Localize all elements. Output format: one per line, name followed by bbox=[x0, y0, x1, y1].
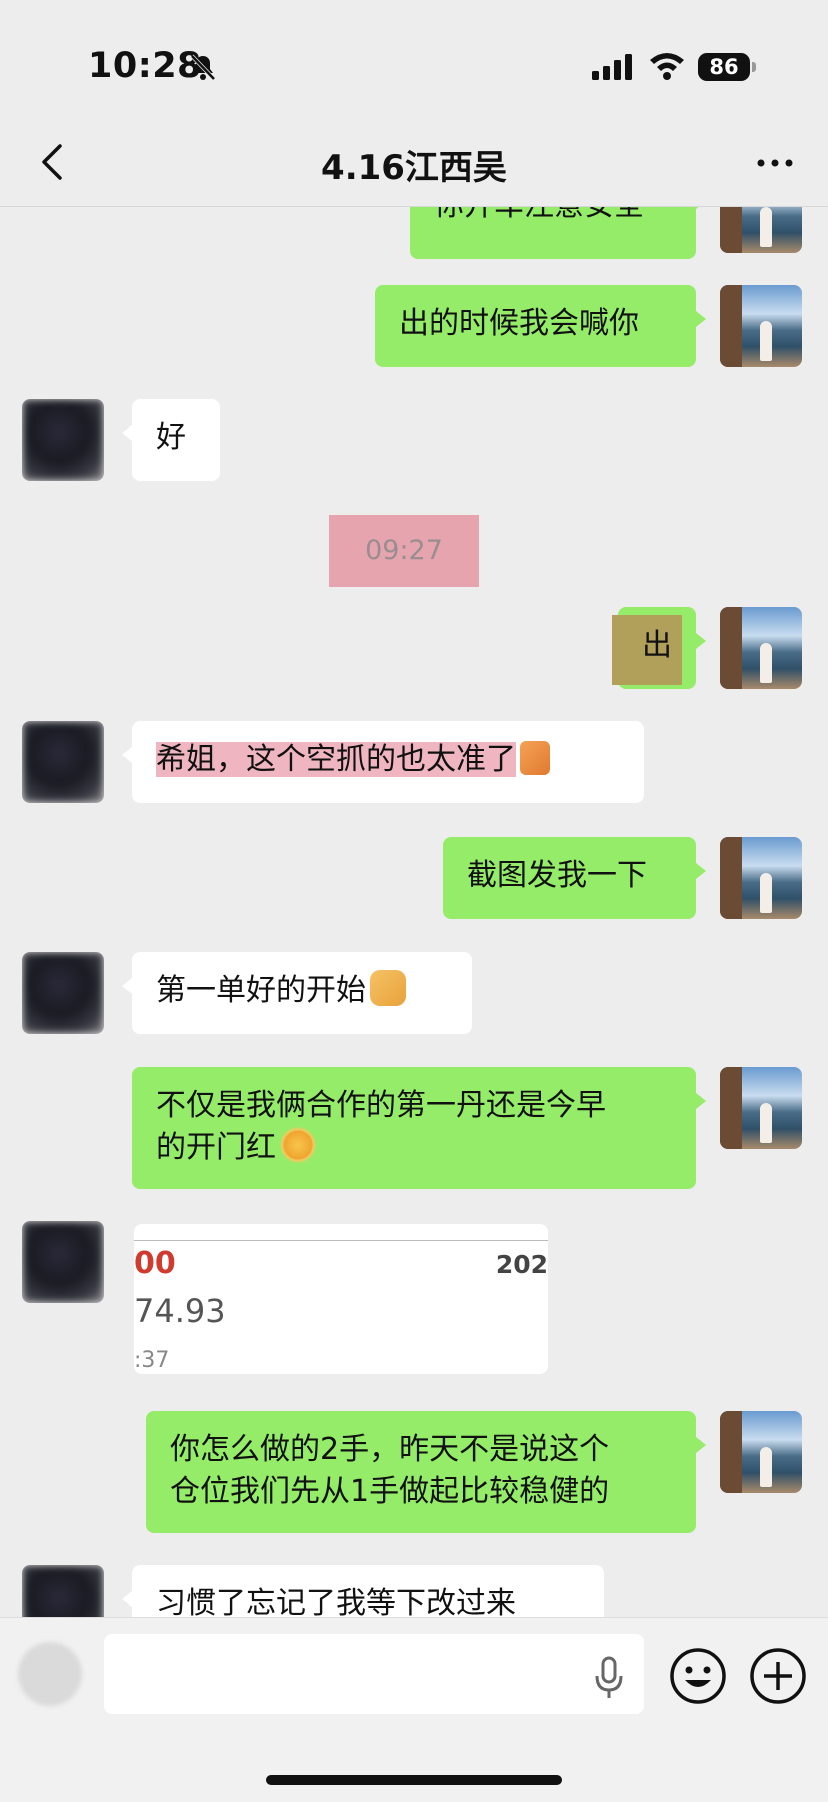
card-time: :37 bbox=[134, 1348, 170, 1373]
contact-avatar[interactable] bbox=[22, 1221, 104, 1303]
their-message-bubble[interactable]: 好 bbox=[122, 399, 220, 481]
message-text-line: 的开门红 bbox=[156, 1130, 276, 1165]
message-text: 希姐，这个空抓的也太准了 bbox=[156, 742, 516, 777]
voice-mode-button[interactable] bbox=[18, 1642, 82, 1706]
my-message-bubble[interactable]: 你开车注意安全 bbox=[410, 207, 706, 259]
my-avatar[interactable] bbox=[720, 607, 802, 689]
contact-avatar[interactable] bbox=[22, 1565, 104, 1617]
bell-muted-icon bbox=[190, 54, 216, 81]
image-message-card[interactable]: 00 202 74.93 :37 bbox=[134, 1224, 548, 1374]
wifi-icon bbox=[650, 53, 684, 80]
message-text: 好 bbox=[156, 420, 186, 455]
contact-avatar[interactable] bbox=[22, 399, 104, 481]
message-text-line: 不仅是我俩合作的第一丹还是今早 bbox=[156, 1088, 606, 1123]
status-bar: 10:28 86 bbox=[0, 0, 828, 130]
their-message-bubble[interactable]: 希姐，这个空抓的也太准了 bbox=[122, 721, 644, 803]
message-text: 习惯了忘记了我等下改过来 bbox=[156, 1586, 516, 1617]
message-text: 第一单好的开始 bbox=[156, 973, 366, 1008]
home-indicator[interactable] bbox=[266, 1775, 562, 1785]
emoji-icon[interactable] bbox=[668, 1646, 728, 1706]
message-text: 出 bbox=[642, 628, 672, 663]
my-avatar[interactable] bbox=[720, 837, 802, 919]
my-avatar[interactable] bbox=[720, 1067, 802, 1149]
my-message-bubble[interactable]: 出 bbox=[612, 607, 706, 689]
more-options-icon[interactable] bbox=[752, 140, 798, 186]
sun-face-emoji-icon bbox=[280, 1127, 316, 1163]
handshake-emoji-icon bbox=[370, 970, 406, 1006]
chat-title: 4.16江西吴 bbox=[321, 148, 507, 188]
message-text-line: 你怎么做的2手，昨天不是说这个 bbox=[170, 1432, 610, 1467]
status-time: 10:28 bbox=[88, 46, 202, 86]
my-message-bubble[interactable]: 出的时候我会喊你 bbox=[375, 285, 706, 367]
message-text: 截图发我一下 bbox=[467, 858, 647, 893]
card-price: 74.93 bbox=[134, 1292, 226, 1330]
card-red-text: 00 bbox=[134, 1246, 176, 1281]
battery-cap bbox=[752, 62, 756, 72]
their-message-bubble[interactable]: 习惯了忘记了我等下改过来 bbox=[122, 1565, 604, 1617]
thumbs-up-emoji-icon bbox=[520, 741, 550, 775]
card-year-text: 202 bbox=[495, 1250, 548, 1279]
chat-header: 4.16江西吴 bbox=[0, 118, 828, 207]
their-message-bubble[interactable]: 第一单好的开始 bbox=[122, 952, 472, 1034]
my-message-bubble[interactable]: 截图发我一下 bbox=[443, 837, 706, 919]
my-message-bubble[interactable]: 你怎么做的2手，昨天不是说这个 仓位我们先从1手做起比较稳健的 bbox=[146, 1411, 706, 1533]
my-avatar[interactable] bbox=[720, 1411, 802, 1493]
cellular-signal-icon bbox=[592, 54, 632, 80]
battery-indicator: 86 bbox=[698, 53, 750, 81]
message-text: 出的时候我会喊你 bbox=[399, 306, 639, 341]
microphone-icon[interactable] bbox=[592, 1656, 626, 1700]
message-list[interactable]: 你开车注意安全 出的时候我会喊你 好 09:27 出 希姐，这个空抓的也太准了 bbox=[0, 207, 828, 1617]
contact-avatar[interactable] bbox=[22, 952, 104, 1034]
message-text: 你开车注意安全 bbox=[434, 207, 644, 223]
message-text-line: 仓位我们先从1手做起比较稳健的 bbox=[170, 1474, 610, 1509]
my-message-bubble[interactable]: 不仅是我俩合作的第一丹还是今早 的开门红 bbox=[132, 1067, 706, 1189]
message-timestamp: 09:27 bbox=[329, 515, 479, 587]
my-avatar[interactable] bbox=[720, 285, 802, 367]
contact-avatar[interactable] bbox=[22, 721, 104, 803]
message-input[interactable] bbox=[104, 1634, 644, 1714]
input-bar bbox=[0, 1617, 828, 1802]
card-divider bbox=[134, 1240, 548, 1241]
my-avatar[interactable] bbox=[720, 207, 802, 253]
plus-icon[interactable] bbox=[748, 1646, 808, 1706]
